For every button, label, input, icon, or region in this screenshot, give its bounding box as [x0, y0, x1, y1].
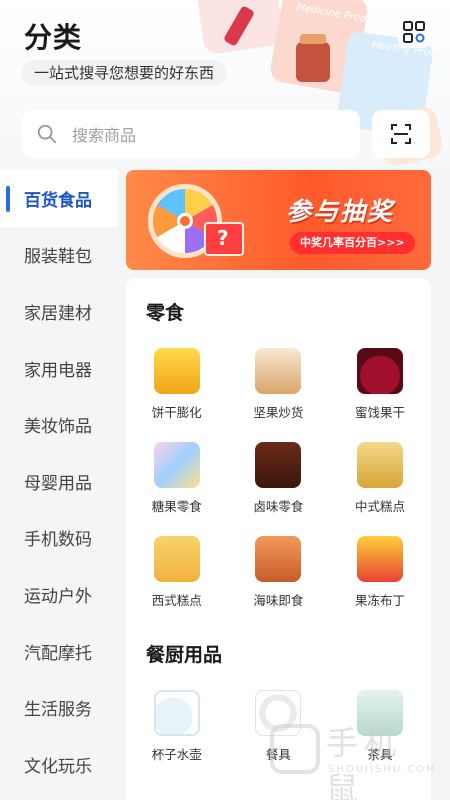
category-item-label: 卤味零食 — [253, 499, 304, 514]
braised-meat-icon — [255, 442, 302, 488]
qr-code-button[interactable] — [398, 16, 430, 48]
chips-icon — [153, 348, 200, 394]
sidebar-item-label: 服装鞋包 — [24, 247, 92, 268]
watermark-text: 手机鼠 — [326, 724, 403, 800]
watermark-url: SHOUJISHU.COM — [328, 764, 437, 775]
category-item-label: 果冻布丁 — [354, 593, 405, 608]
category-item-label: 西式糕点 — [151, 593, 202, 608]
sidebar-item-label: 生活服务 — [24, 700, 92, 721]
site-watermark: 手机鼠 SHOUJISHU.COM — [262, 716, 435, 800]
category-item-western-pastry[interactable]: 西式糕点 — [126, 528, 228, 622]
sidebar-item-label: 手机数码 — [24, 530, 92, 551]
sidebar-item-label: 家用电器 — [24, 360, 92, 381]
sidebar-item-label: 运动户外 — [24, 586, 92, 607]
section-title-kitchen: 餐厨用品 — [146, 644, 223, 666]
category-item-braised[interactable]: 卤味零食 — [228, 434, 330, 528]
nuts-icon — [255, 348, 302, 394]
watermark-logo — [270, 724, 320, 774]
category-item-biscuits[interactable]: 饼干膨化 — [126, 340, 228, 434]
search-input[interactable]: 搜索商品 — [72, 122, 136, 146]
sidebar-item-groceries[interactable]: 百货食品 — [0, 170, 118, 227]
category-item-label: 坚果炒货 — [253, 405, 304, 420]
category-item-candy[interactable]: 糖果零食 — [126, 434, 228, 528]
banner-cta[interactable]: 中奖几率百分百>>> — [290, 232, 415, 254]
dried-fruit-icon — [356, 348, 403, 394]
candy-icon — [153, 442, 200, 488]
category-item-jelly[interactable]: 果冻布丁 — [329, 528, 431, 622]
category-item-label: 饼干膨化 — [151, 405, 202, 420]
lottery-banner[interactable]: ? 参与抽奖 中奖几率百分百>>> — [126, 170, 431, 270]
category-item-label: 糖果零食 — [151, 499, 202, 514]
category-sidebar: 百货食品 服装鞋包 家居建材 家用电器 美妆饰品 母婴用品 手机数码 运动户外 … — [0, 170, 118, 800]
sidebar-item-apparel[interactable]: 服装鞋包 — [0, 227, 118, 284]
snacks-grid: 饼干膨化 坚果炒货 蜜饯果干 糖果零食 卤味零食 中式糕点 西式糕点 海味即食 — [126, 340, 431, 622]
cup-kettle-icon — [153, 690, 200, 736]
sidebar-item-label: 汽配摩托 — [24, 643, 92, 664]
page-header: Medicine Prod Healthy Prod 分类 一站式搜寻您想要的好… — [0, 0, 450, 170]
category-item-nuts[interactable]: 坚果炒货 — [228, 340, 330, 434]
scan-icon — [391, 124, 411, 144]
scan-button[interactable] — [372, 110, 430, 158]
category-item-cups[interactable]: 杯子水壶 — [126, 682, 228, 776]
category-item-label: 中式糕点 — [354, 499, 405, 514]
western-pastry-icon — [153, 536, 200, 582]
category-item-label: 蜜饯果干 — [354, 405, 405, 420]
banner-title: 参与抽奖 — [286, 197, 395, 226]
category-item-label: 杯子水壶 — [151, 747, 202, 762]
category-item-label: 海味即食 — [253, 593, 304, 608]
category-item-seafood[interactable]: 海味即食 — [228, 528, 330, 622]
medicine-jar-icon — [296, 34, 330, 82]
sidebar-item-label: 母婴用品 — [24, 473, 92, 494]
category-item-dried-fruit[interactable]: 蜜饯果干 — [329, 340, 431, 434]
search-icon — [37, 124, 57, 144]
sidebar-item-baby[interactable]: 母婴用品 — [0, 453, 118, 510]
sidebar-item-auto[interactable]: 汽配摩托 — [0, 623, 118, 680]
sidebar-item-culture[interactable]: 文化玩乐 — [0, 736, 118, 793]
sidebar-item-label: 家居建材 — [24, 303, 92, 324]
category-item-chinese-pastry[interactable]: 中式糕点 — [329, 434, 431, 528]
page-subtitle: 一站式搜寻您想要的好东西 — [22, 60, 227, 86]
search-bar[interactable]: 搜索商品 — [22, 110, 360, 158]
qr-code-icon — [403, 21, 425, 43]
chinese-pastry-icon — [356, 442, 403, 488]
jelly-pudding-icon — [356, 536, 403, 582]
sidebar-item-digital[interactable]: 手机数码 — [0, 510, 118, 567]
sidebar-item-sports[interactable]: 运动户外 — [0, 566, 118, 623]
sidebar-item-beauty[interactable]: 美妆饰品 — [0, 396, 118, 453]
gift-question-icon: ? — [217, 226, 229, 250]
sidebar-item-label: 百货食品 — [24, 190, 92, 211]
seafood-snack-icon — [255, 536, 302, 582]
sidebar-item-label: 美妆饰品 — [24, 417, 92, 438]
sidebar-item-home[interactable]: 家居建材 — [0, 283, 118, 340]
page-title: 分类 — [24, 21, 83, 54]
sidebar-item-appliances[interactable]: 家用电器 — [0, 340, 118, 397]
sidebar-item-label: 文化玩乐 — [24, 756, 92, 777]
sidebar-item-services[interactable]: 生活服务 — [0, 679, 118, 736]
wheel-center — [177, 213, 193, 229]
section-title-snacks: 零食 — [146, 302, 185, 324]
